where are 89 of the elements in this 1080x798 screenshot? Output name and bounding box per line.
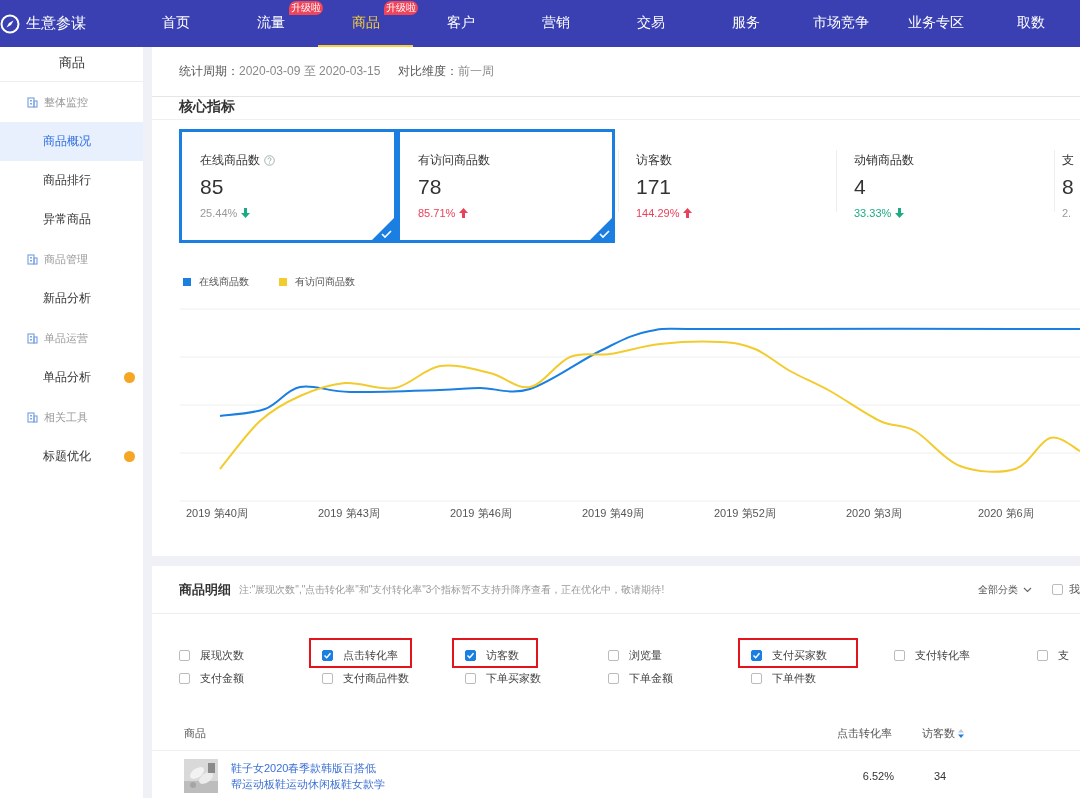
axis-label: 2019 第43周 [318, 505, 381, 521]
checkbox[interactable]: 点击转化率 [322, 648, 398, 663]
metric-label: 有访问商品数 [418, 152, 490, 169]
metric-value: 4 [854, 175, 867, 199]
axis-label: 2019 第46周 [450, 505, 513, 521]
change-percent: 85.71% [418, 207, 456, 219]
change-percent: 25.44% [200, 207, 238, 219]
category-dropdown[interactable]: 全部分类 [978, 582, 1032, 597]
sidebar-group-label: 单品运营 [44, 330, 88, 346]
section-title: 商品明细 [179, 580, 231, 599]
nav-tab[interactable]: 交易 [630, 0, 671, 45]
sidebar-title: 商品 [0, 47, 143, 82]
checkbox[interactable]: 支付买家数 [751, 648, 827, 663]
nav-tab[interactable]: 商品 [345, 0, 386, 45]
checkbox[interactable]: 下单买家数 [465, 671, 541, 686]
building-icon [27, 96, 38, 108]
compare-value: 前一周 [458, 63, 495, 80]
nav-tab[interactable]: 营销 [535, 0, 576, 45]
sidebar-item[interactable]: 商品概况 [0, 122, 143, 161]
metric-value: 8 [1062, 175, 1075, 199]
table-cell: 34 [934, 770, 947, 782]
column-header: 点击转化率 [837, 725, 892, 741]
nav-tab[interactable]: 市场竞争 [806, 0, 875, 45]
nav-tab[interactable]: 业务专区 [901, 0, 970, 45]
section-title: 核心指标 [152, 97, 1080, 120]
axis-label: 2019 第49周 [582, 505, 645, 521]
change-percent: 144.29% [636, 207, 680, 219]
sidebar-item[interactable]: 新品分析 [0, 279, 143, 318]
sidebar-item[interactable]: 标题优化 [0, 437, 143, 476]
caret-icon [1023, 586, 1032, 593]
checkbox[interactable]: 支付商品件数 [322, 671, 409, 686]
metric-card[interactable]: 访客数 171 144.29% [615, 129, 833, 243]
building-icon [27, 411, 38, 423]
period-value: 2020-03-09 至 2020-03-15 [239, 63, 381, 80]
metric-card[interactable]: 在线商品数 85 25.44% [179, 129, 397, 243]
change-percent: 2. [1062, 207, 1072, 219]
sidebar-item[interactable]: 商品排行 [0, 161, 143, 200]
checkbox[interactable]: 支付转化率 [894, 648, 970, 663]
nav-tab[interactable]: 服务 [725, 0, 766, 45]
checkbox[interactable]: 支付金额 [179, 671, 244, 686]
note-text: 注:"展现次数","点击转化率"和"支付转化率"3个指标暂不支持升降序查看，正在优化中，敬请期待! [239, 582, 665, 597]
check-corner-icon [589, 217, 613, 241]
compare-label: 对比维度： [398, 63, 459, 80]
column-header: 商品 [184, 725, 206, 741]
metric-value: 78 [418, 175, 443, 199]
column-header: 访客数 [922, 725, 955, 741]
nav-tab[interactable]: 客户 [440, 0, 481, 45]
metric-card[interactable]: 有访问商品数 78 85.71% [397, 129, 615, 243]
change-percent: 33.33% [854, 207, 892, 219]
building-icon [27, 253, 38, 265]
metric-card[interactable]: 动销商品数 4 33.33% [833, 129, 1051, 243]
app-title: 生意参谋 [26, 14, 86, 33]
sidebar-group-label: 整体监控 [44, 94, 88, 110]
building-icon [27, 332, 38, 344]
product-link[interactable]: 鞋子女2020春季款韩版百搭低帮运动板鞋运动休闲板鞋女款学 [231, 760, 387, 792]
compass-icon [0, 13, 20, 34]
axis-label: 2020 第3周 [846, 505, 903, 521]
metric-label: 在线商品数 [200, 152, 260, 169]
check-corner-icon [371, 217, 395, 241]
checkbox[interactable]: 浏览量 [608, 648, 662, 663]
sidebar-group-label: 商品管理 [44, 251, 88, 267]
metric-card[interactable]: 支 8 2. [1051, 129, 1080, 243]
legend-label: 有访问商品数 [295, 275, 355, 289]
metric-value: 171 [636, 175, 673, 199]
nav-tab[interactable]: 首页 [155, 0, 196, 45]
upgrade-badge: 升级啦 [289, 1, 323, 15]
table-cell: 6.52% [862, 770, 894, 782]
checkbox[interactable]: 支 [1037, 648, 1069, 663]
checkbox[interactable]: 下单金额 [608, 671, 673, 686]
metric-label: 动销商品数 [854, 152, 914, 169]
nav-tab[interactable]: 流量 [250, 0, 291, 45]
metric-label: 访客数 [636, 152, 672, 169]
upgrade-badge: 升级啦 [384, 1, 418, 15]
sort-icon[interactable] [958, 728, 964, 738]
nav-tab[interactable]: 取数 [1010, 0, 1051, 45]
period-label: 统计周期： [179, 63, 239, 80]
legend-label: 在线商品数 [199, 275, 249, 289]
axis-label: 2019 第52周 [714, 505, 777, 521]
checkbox[interactable]: 我 [1052, 582, 1080, 597]
checkbox[interactable]: 访客数 [465, 648, 519, 663]
axis-label: 2019 第40周 [186, 505, 249, 521]
sidebar-item[interactable]: 单品分析 [0, 358, 143, 397]
checkbox[interactable]: 下单件数 [751, 671, 816, 686]
checkbox[interactable]: 展现次数 [179, 648, 244, 663]
metric-value: 85 [200, 175, 225, 199]
metric-label: 支 [1062, 152, 1074, 169]
sidebar-item[interactable]: 异常商品 [0, 200, 143, 239]
axis-label: 2020 第6周 [978, 505, 1035, 521]
sidebar-group-label: 相关工具 [44, 409, 88, 425]
